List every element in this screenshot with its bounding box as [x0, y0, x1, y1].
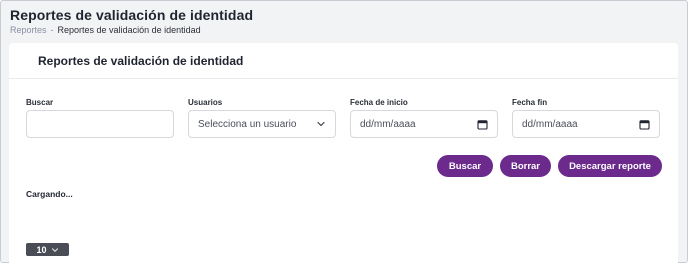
clear-button[interactable]: Borrar	[500, 155, 551, 177]
page-size-value: 10	[36, 244, 47, 255]
page-size-select[interactable]: 10	[26, 243, 69, 256]
start-date-field[interactable]: dd/mm/aaaa	[350, 110, 498, 138]
page-title: Reportes de validación de identidad	[10, 7, 254, 23]
card-header: Reportes de validación de identidad	[9, 43, 678, 79]
card-title: Reportes de validación de identidad	[38, 54, 244, 68]
calendar-icon[interactable]	[639, 119, 650, 130]
users-label: Usuarios	[188, 98, 223, 107]
breadcrumb-current: Reportes de validación de identidad	[57, 25, 201, 35]
breadcrumb-link-reportes[interactable]: Reportes	[10, 25, 47, 35]
start-date-label: Fecha de inicio	[350, 98, 408, 107]
loading-status: Cargando...	[26, 189, 73, 199]
end-date-label: Fecha fin	[512, 98, 548, 107]
breadcrumb-separator: -	[50, 25, 54, 35]
breadcrumb: Reportes - Reportes de validación de ide…	[10, 25, 201, 35]
search-button[interactable]: Buscar	[437, 155, 493, 177]
search-input[interactable]	[26, 110, 174, 138]
chevron-down-icon	[51, 247, 58, 252]
chevron-down-icon	[317, 121, 325, 127]
search-label: Buscar	[26, 98, 54, 107]
end-date-field[interactable]: dd/mm/aaaa	[512, 110, 660, 138]
users-select[interactable]: Selecciona un usuario	[188, 110, 336, 138]
users-select-value: Selecciona un usuario	[198, 118, 297, 130]
calendar-icon[interactable]	[477, 119, 488, 130]
download-report-button[interactable]: Descargar reporte	[558, 155, 662, 177]
end-date-value: dd/mm/aaaa	[522, 118, 578, 130]
start-date-value: dd/mm/aaaa	[360, 118, 416, 130]
